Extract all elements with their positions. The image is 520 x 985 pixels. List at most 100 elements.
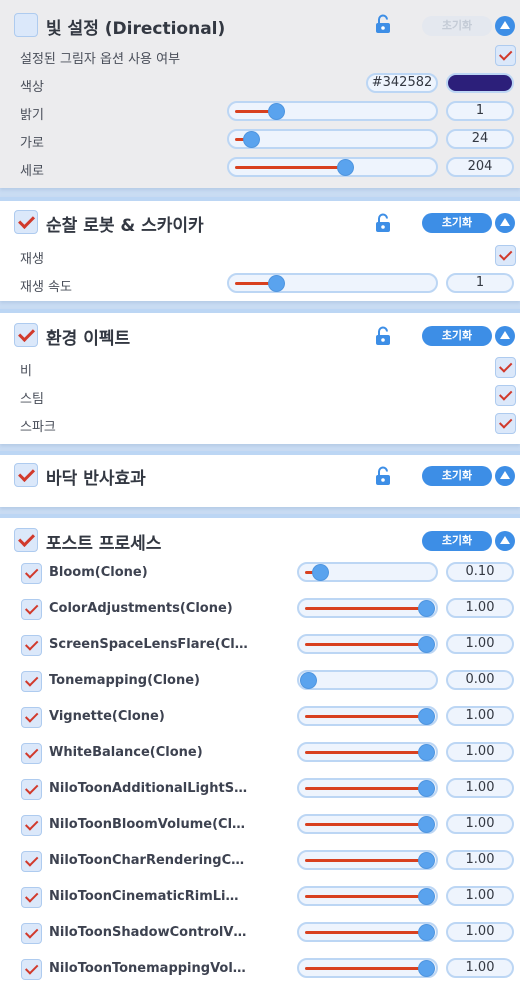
slider-knob[interactable]	[268, 276, 284, 291]
directional-title: 빛 설정 (Directional)	[46, 19, 226, 39]
env-enable-checkbox[interactable]	[14, 323, 38, 347]
floor-title: 바닥 반사효과	[46, 469, 146, 489]
chevron-up-icon[interactable]	[495, 326, 515, 346]
post-item-slider[interactable]	[297, 706, 438, 726]
slider-knob[interactable]	[419, 961, 434, 976]
post-item-checkbox[interactable]	[21, 599, 42, 620]
unlock-icon[interactable]	[374, 466, 392, 486]
post-item-slider[interactable]	[297, 778, 438, 798]
floor-reset-button[interactable]: 초기화	[422, 466, 492, 486]
post-item-slider[interactable]	[297, 886, 438, 906]
post-item-checkbox[interactable]	[21, 815, 42, 836]
post-item-checkbox[interactable]	[21, 779, 42, 800]
post-item-value[interactable]: 1.00	[446, 706, 514, 726]
env-title: 환경 이펙트	[46, 329, 131, 349]
post-item-checkbox[interactable]	[21, 563, 42, 584]
slider-knob[interactable]	[419, 817, 434, 832]
color-hex-field[interactable]: #342582	[366, 73, 438, 93]
post-item-label: WhiteBalance(Clone)	[49, 745, 203, 760]
speed-value[interactable]: 1	[446, 273, 514, 293]
post-item-slider[interactable]	[297, 958, 438, 978]
post-item-slider[interactable]	[297, 562, 438, 582]
brightness-value[interactable]: 1	[446, 101, 514, 121]
post-item-slider[interactable]	[297, 670, 438, 690]
post-item-checkbox[interactable]	[21, 743, 42, 764]
slider-knob[interactable]	[338, 160, 354, 175]
slider-knob[interactable]	[419, 781, 434, 796]
post-item-label: NiloToonBloomVolume(Cl…	[49, 817, 246, 832]
chevron-up-icon[interactable]	[495, 16, 515, 36]
post-item-value[interactable]: 0.10	[446, 562, 514, 582]
post-item-slider[interactable]	[297, 814, 438, 834]
chevron-up-icon[interactable]	[495, 213, 515, 233]
horizontal-value[interactable]: 24	[446, 129, 514, 149]
post-enable-checkbox[interactable]	[14, 528, 38, 552]
slider-knob[interactable]	[312, 565, 328, 580]
unlock-icon[interactable]	[374, 14, 392, 34]
brightness-slider[interactable]	[227, 101, 438, 121]
patrol-panel: 순찰 로봇 & 스카이카 초기화 재생 재생 속도 1	[0, 197, 520, 301]
chevron-up-icon[interactable]	[495, 531, 515, 551]
spark-checkbox[interactable]	[495, 413, 516, 434]
patrol-reset-button[interactable]: 초기화	[422, 213, 492, 233]
post-item-value[interactable]: 1.00	[446, 742, 514, 762]
post-item-checkbox[interactable]	[21, 959, 42, 980]
post-item-checkbox[interactable]	[21, 887, 42, 908]
slider-knob[interactable]	[268, 104, 284, 119]
spark-label: 스파크	[20, 420, 56, 435]
slider-knob[interactable]	[301, 673, 316, 688]
slider-knob[interactable]	[419, 925, 434, 940]
vertical-value[interactable]: 204	[446, 157, 514, 177]
post-item-value[interactable]: 1.00	[446, 922, 514, 942]
vertical-slider[interactable]	[227, 157, 438, 177]
post-item-checkbox[interactable]	[21, 851, 42, 872]
horizontal-slider[interactable]	[227, 129, 438, 149]
unlock-icon[interactable]	[374, 213, 392, 233]
slider-knob[interactable]	[419, 889, 434, 904]
post-item-value[interactable]: 1.00	[446, 598, 514, 618]
color-swatch[interactable]	[446, 73, 514, 93]
post-item-slider[interactable]	[297, 598, 438, 618]
use-shadow-checkbox[interactable]	[495, 45, 516, 66]
post-item-slider[interactable]	[297, 742, 438, 762]
post-item-slider[interactable]	[297, 922, 438, 942]
unlock-icon[interactable]	[374, 326, 392, 346]
play-checkbox[interactable]	[495, 245, 516, 266]
directional-light-panel: 빛 설정 (Directional) 초기화 설정된 그림자 옵션 사용 여부 …	[0, 0, 520, 188]
slider-knob[interactable]	[419, 637, 434, 652]
slider-knob[interactable]	[419, 601, 434, 616]
slider-knob[interactable]	[419, 853, 434, 868]
post-item-value[interactable]: 0.00	[446, 670, 514, 690]
speed-slider[interactable]	[227, 273, 438, 293]
post-item-label: NiloToonCinematicRimLi…	[49, 889, 239, 904]
post-item-value[interactable]: 1.00	[446, 958, 514, 978]
directional-reset-button[interactable]: 초기화	[422, 16, 492, 36]
post-item-value[interactable]: 1.00	[446, 886, 514, 906]
env-reset-button[interactable]: 초기화	[422, 326, 492, 346]
post-item-slider[interactable]	[297, 634, 438, 654]
slider-knob[interactable]	[244, 132, 260, 147]
chevron-up-icon[interactable]	[495, 466, 515, 486]
post-item-value[interactable]: 1.00	[446, 814, 514, 834]
post-item-label: Bloom(Clone)	[49, 565, 148, 580]
post-item-value[interactable]: 1.00	[446, 850, 514, 870]
slider-knob[interactable]	[419, 709, 434, 724]
patrol-title: 순찰 로봇 & 스카이카	[46, 216, 204, 236]
speed-label: 재생 속도	[20, 280, 72, 295]
post-item-checkbox[interactable]	[21, 635, 42, 656]
rain-checkbox[interactable]	[495, 357, 516, 378]
post-item-slider[interactable]	[297, 850, 438, 870]
post-item-label: ColorAdjustments(Clone)	[49, 601, 233, 616]
patrol-enable-checkbox[interactable]	[14, 210, 38, 234]
post-reset-button[interactable]: 초기화	[422, 531, 492, 551]
post-item-label: NiloToonTonemappingVol…	[49, 961, 246, 976]
post-item-value[interactable]: 1.00	[446, 634, 514, 654]
post-item-checkbox[interactable]	[21, 671, 42, 692]
floor-enable-checkbox[interactable]	[14, 463, 38, 487]
post-item-checkbox[interactable]	[21, 707, 42, 728]
directional-enable-checkbox[interactable]	[14, 13, 38, 37]
post-item-checkbox[interactable]	[21, 923, 42, 944]
slider-knob[interactable]	[419, 745, 434, 760]
steam-checkbox[interactable]	[495, 385, 516, 406]
post-item-value[interactable]: 1.00	[446, 778, 514, 798]
